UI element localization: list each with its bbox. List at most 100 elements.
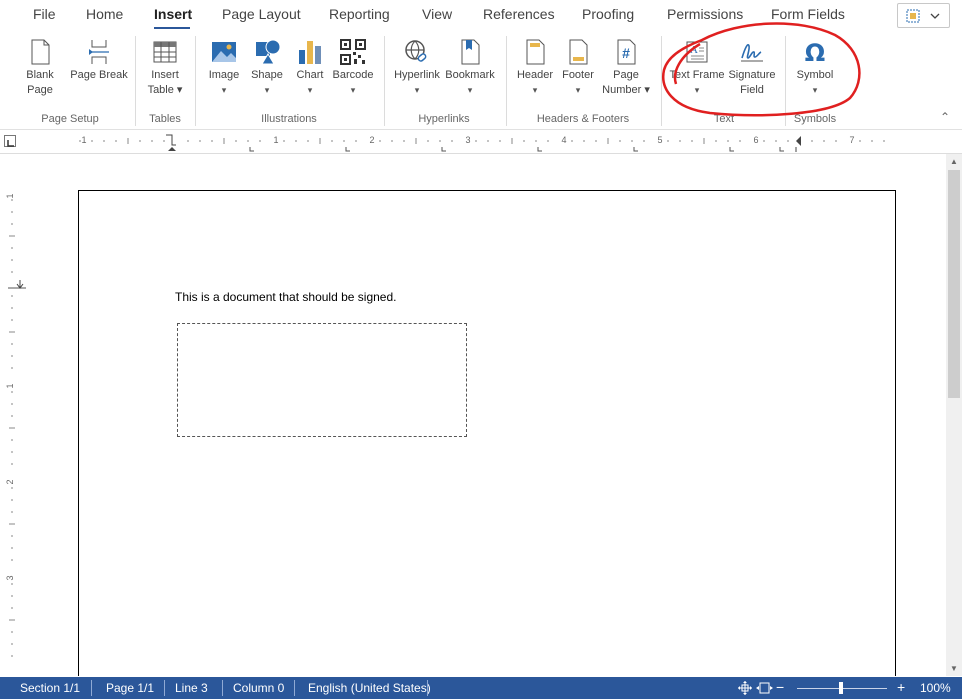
shape-button[interactable]: Shape ▾ [247, 38, 287, 98]
zoom-out-button[interactable]: − [776, 679, 784, 695]
tab-stops[interactable] [249, 147, 784, 152]
view-mode-icons[interactable] [737, 680, 773, 696]
globe-link-icon [405, 40, 427, 62]
chart-button[interactable]: Chart ▾ [290, 38, 330, 98]
group-separator [195, 36, 196, 126]
barcode-button[interactable]: Barcode ▾ [331, 38, 375, 98]
scrollbar-thumb[interactable] [948, 170, 960, 398]
footer-button[interactable]: Footer ▾ [558, 38, 598, 98]
dropdown-icon: ▾ [264, 85, 270, 95]
page-break-icon [89, 40, 109, 64]
group-label-headers-footers: Headers & Footers [536, 113, 630, 125]
group-label-symbols: Symbols [793, 113, 837, 125]
image-icon [212, 42, 236, 62]
tab-view[interactable]: View [422, 6, 452, 22]
status-divider [91, 680, 92, 696]
tab-permissions[interactable]: Permissions [667, 6, 743, 22]
ribbon-panel: Blank Page Page Break Page Setup Insert … [0, 30, 962, 130]
signature-field-frame[interactable] [177, 323, 467, 437]
display-mode-button[interactable] [897, 3, 950, 28]
collapse-ribbon-icon[interactable]: ⌃ [940, 110, 950, 124]
page-number-button[interactable]: # Page Number ▾ [600, 38, 652, 98]
blank-page-button[interactable]: Blank Page [12, 38, 68, 98]
vertical-ruler[interactable]: 1 1 2 3 [0, 154, 26, 676]
header-icon [526, 39, 545, 65]
document-page[interactable]: This is a document that should be signed… [78, 190, 896, 676]
tab-page-layout[interactable]: Page Layout [222, 6, 301, 22]
header-label: Header [516, 69, 554, 81]
tab-file[interactable]: File [33, 6, 56, 22]
status-line: Line 3 [175, 681, 208, 695]
tab-insert[interactable]: Insert [154, 6, 192, 22]
fit-page-icon[interactable] [738, 681, 752, 695]
omega-icon: Ω [805, 39, 825, 66]
text-frame-label: Text Frame [669, 69, 725, 81]
signature-field-label: Signature [728, 69, 776, 81]
hyperlink-label: Hyperlink [394, 69, 440, 81]
group-label-hyperlinks: Hyperlinks [418, 113, 470, 125]
status-divider [164, 680, 165, 696]
shape-icon [256, 39, 281, 65]
document-paragraph[interactable]: This is a document that should be signed… [175, 290, 396, 304]
symbol-button[interactable]: Ω Symbol ▾ [791, 38, 839, 98]
vertical-ruler-number: 2 [5, 479, 15, 484]
status-language[interactable]: English (United States) [308, 681, 431, 695]
ruler-number: 7 [849, 135, 854, 145]
group-separator [661, 36, 662, 126]
insert-table-button[interactable]: Insert Table ▾ [143, 38, 187, 98]
zoom-level[interactable]: 100% [920, 681, 951, 695]
image-button[interactable]: Image ▾ [204, 38, 244, 98]
scroll-up-arrow[interactable]: ▲ [946, 157, 962, 166]
dropdown-icon: ▾ [307, 85, 313, 95]
dropdown-icon: ▾ [532, 85, 538, 95]
zoom-in-button[interactable]: + [897, 679, 905, 695]
document-canvas[interactable]: This is a document that should be signed… [26, 154, 946, 676]
hyperlink-button[interactable]: Hyperlink ▾ [393, 38, 441, 98]
indent-markers[interactable] [166, 134, 801, 152]
bookmark-button[interactable]: Bookmark ▾ [444, 38, 496, 98]
tab-reporting[interactable]: Reporting [329, 6, 390, 22]
signature-field-button[interactable]: Signature Field [726, 38, 778, 98]
chart-label: Chart [296, 69, 324, 81]
insert-table-label: Insert [151, 69, 179, 81]
ruler-number: 3 [465, 135, 470, 145]
text-frame-button[interactable]: A Text Frame ▾ [669, 38, 725, 98]
tab-proofing[interactable]: Proofing [582, 6, 634, 22]
vertical-ruler-number: 1 [5, 383, 15, 388]
ruler-number: 5 [657, 135, 662, 145]
tab-home[interactable]: Home [86, 6, 123, 22]
symbol-label: Symbol [796, 69, 834, 81]
margin-marker[interactable] [8, 280, 26, 289]
shape-label: Shape [251, 69, 283, 81]
page-number-icon: # [617, 39, 636, 65]
tab-selector[interactable] [4, 135, 16, 147]
scroll-down-arrow[interactable]: ▼ [946, 664, 962, 673]
tab-form-fields[interactable]: Form Fields [771, 6, 845, 22]
group-label-page-setup: Page Setup [41, 113, 99, 125]
fit-width-icon[interactable] [756, 682, 773, 694]
horizontal-ruler[interactable]: 1 1 2 3 4 5 6 7 [0, 131, 962, 154]
svg-text:#: # [622, 45, 630, 61]
layout-icon [906, 9, 940, 23]
status-divider [294, 680, 295, 696]
tab-references[interactable]: References [483, 6, 555, 22]
footer-icon [569, 39, 588, 65]
ruler-number: 4 [561, 135, 566, 145]
group-separator [135, 36, 136, 126]
header-button[interactable]: Header ▾ [514, 38, 556, 98]
group-separator [384, 36, 385, 126]
bookmark-icon [461, 39, 480, 65]
group-separator [785, 36, 786, 126]
barcode-label: Barcode [332, 69, 374, 81]
insert-table-label-2: Table ▾ [147, 84, 183, 96]
zoom-slider-thumb[interactable] [839, 682, 843, 694]
dropdown-icon: ▾ [350, 85, 356, 95]
dropdown-icon: ▾ [694, 85, 700, 95]
page-break-button[interactable]: Page Break [70, 38, 128, 83]
page-number-label-2: Number ▾ [602, 84, 650, 96]
dropdown-icon: ▾ [575, 85, 581, 95]
footer-label: Footer [562, 69, 594, 81]
signature-icon [741, 43, 763, 62]
page-break-label: Page Break [70, 69, 128, 81]
group-label-illustrations: Illustrations [261, 113, 317, 125]
